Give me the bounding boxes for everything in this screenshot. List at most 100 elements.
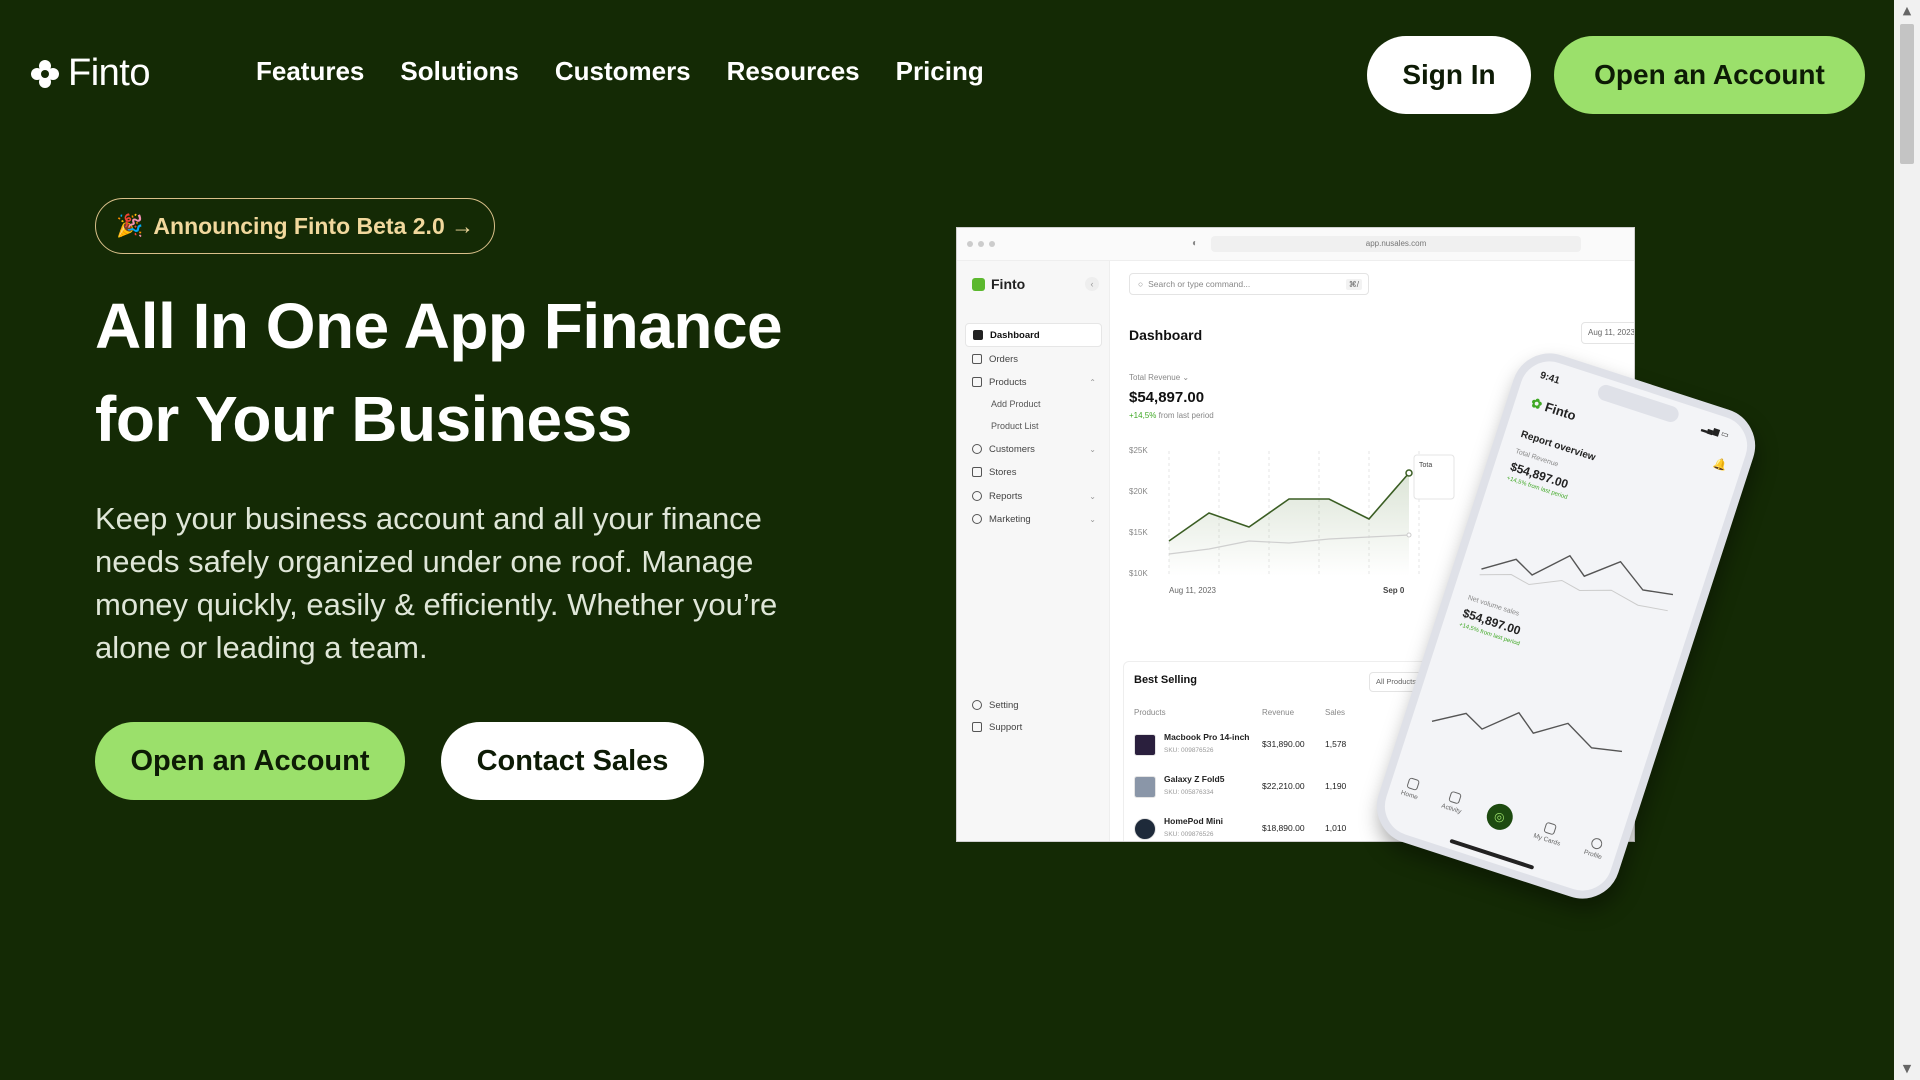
url-text: app.nusales.com	[1365, 239, 1427, 248]
mock-sidebar-label: Dashboard	[990, 329, 1040, 341]
address-bar: app.nusales.com ↻	[1211, 236, 1581, 252]
party-popper-icon: 🎉	[116, 213, 144, 239]
headline-line-1: All In One App Finance	[95, 290, 783, 362]
chevron-down-icon: ⌄	[1089, 491, 1096, 501]
mock-sidebar-item-products: Products ⌃	[965, 370, 1102, 394]
phone-logo-icon: ✿	[1529, 394, 1545, 413]
mock-sidebar-label: Products	[989, 376, 1027, 388]
box-icon	[972, 377, 982, 387]
bell-icon: 🔔	[1711, 455, 1729, 473]
mock-sidebar-label: Orders	[989, 353, 1019, 365]
window-dots	[967, 241, 995, 247]
mock-sidebar-item-orders: Orders	[965, 347, 1102, 371]
collapse-icon: ‹	[1085, 277, 1099, 291]
user-icon	[972, 444, 982, 454]
product-sku: SKU: 005876334	[1164, 789, 1214, 796]
open-account-hero-button[interactable]: Open an Account	[95, 722, 405, 800]
search-icon: ○	[1138, 279, 1144, 289]
scrollbar-thumb[interactable]	[1900, 24, 1914, 164]
mock-date-button: Aug 11, 2023	[1581, 322, 1634, 344]
open-account-nav-button[interactable]: Open an Account	[1554, 36, 1865, 114]
mock-sidebar-item-customers: Customers ⌄	[965, 437, 1102, 461]
phone-tab-home: Home	[1400, 776, 1423, 801]
phone-tab-profile: Profile	[1583, 835, 1607, 861]
product-sales: 1,578	[1325, 739, 1347, 749]
product-sales: 1,010	[1325, 823, 1347, 833]
mock-search-placeholder: Search or type command...	[1148, 279, 1251, 289]
product-name: Macbook Pro 14-inch	[1164, 732, 1250, 742]
product-thumbnail	[1134, 818, 1156, 840]
scroll-up-arrow-icon[interactable]: ▲	[1894, 0, 1920, 22]
main-nav: Features Solutions Customers Resources P…	[256, 56, 984, 87]
compass-icon	[972, 514, 982, 524]
product-revenue: $18,890.00	[1262, 823, 1305, 833]
mock-sidebar-label: Support	[989, 721, 1023, 733]
tooltip-label: Tota	[1419, 462, 1432, 469]
phone-tab-activity: Activity	[1440, 789, 1466, 815]
product-sales: 1,190	[1325, 781, 1347, 791]
nav-link-resources[interactable]: Resources	[727, 56, 860, 87]
mock-sidebar-item-setting: Setting	[965, 693, 1102, 717]
mock-sidebar: Finto ‹ Dashboard Orders Products ⌃ Add …	[957, 261, 1110, 841]
chevron-down-icon: ⌄	[1089, 514, 1096, 524]
product-sku: SKU: 009876526	[1164, 747, 1214, 754]
col-header-products: Products	[1134, 708, 1166, 717]
home-icon	[973, 330, 983, 340]
y-tick-label: $25K	[1129, 446, 1148, 455]
mock-page-title: Dashboard	[1129, 327, 1203, 343]
product-name: HomePod Mini	[1164, 816, 1224, 826]
brand-logo[interactable]: Finto	[30, 52, 150, 95]
mock-sidebar-label: Setting	[989, 699, 1019, 711]
card-icon	[1543, 821, 1558, 836]
phone-notch	[1595, 382, 1681, 425]
mock-sub-product-list: Product List	[991, 421, 1039, 431]
x-axis-end: Sep 0	[1383, 586, 1405, 595]
product-sku: SKU: 009876526	[1164, 831, 1214, 838]
hero-headline: All In One App Finance for Your Business	[95, 280, 875, 466]
headline-line-2: for Your Business	[95, 383, 632, 455]
col-header-sales: Sales	[1325, 708, 1346, 717]
mock-sub-add-product: Add Product	[991, 399, 1041, 409]
product-name: Galaxy Z Fold5	[1164, 774, 1225, 784]
product-thumbnail	[1134, 734, 1156, 756]
mock-sidebar-label: Customers	[989, 443, 1035, 455]
col-header-revenue: Revenue	[1262, 708, 1295, 717]
announcement-pill[interactable]: 🎉 Announcing Finto Beta 2.0 →	[95, 198, 496, 254]
clock-icon	[972, 491, 982, 501]
sign-in-button[interactable]: Sign In	[1367, 36, 1531, 114]
product-revenue: $31,890.00	[1262, 739, 1305, 749]
y-tick-label: $15K	[1129, 528, 1148, 537]
mock-sidebar-label: Stores	[989, 466, 1017, 478]
contact-sales-button[interactable]: Contact Sales	[441, 722, 704, 800]
store-icon	[972, 467, 982, 477]
vertical-scrollbar[interactable]: ▲ ▼	[1894, 0, 1920, 1080]
product-revenue: $22,210.00	[1262, 781, 1305, 791]
mock-sidebar-label: Reports	[989, 490, 1023, 502]
announcement-text: Announcing Finto Beta 2.0 →	[153, 212, 475, 239]
mock-sidebar-label: Marketing	[989, 513, 1031, 525]
nav-link-customers[interactable]: Customers	[555, 56, 691, 87]
mock-sidebar-item-stores: Stores	[965, 460, 1102, 484]
mock-logo-icon	[972, 277, 985, 291]
mock-revenue-change: +14,5% from last period	[1129, 411, 1214, 420]
mock-sidebar-item-marketing: Marketing ⌄	[965, 507, 1102, 531]
mock-brand-name: Finto	[991, 276, 1026, 292]
support-icon	[972, 722, 982, 732]
flower-logo-icon	[31, 59, 59, 88]
scan-icon: ◎	[1483, 800, 1516, 834]
signal-battery-icon: ▂▄▆ ▭	[1700, 422, 1731, 440]
mock-sidebar-item-support: Support	[965, 715, 1102, 739]
y-tick-label: $20K	[1129, 487, 1148, 496]
mock-revenue-label: Total Revenue ⌄	[1129, 373, 1190, 382]
nav-link-solutions[interactable]: Solutions	[400, 56, 518, 87]
nav-link-features[interactable]: Features	[256, 56, 364, 87]
chevron-down-icon: ⌄	[1089, 444, 1096, 454]
phone-brand: ✿ Finto	[1529, 394, 1578, 424]
best-selling-title: Best Selling	[1134, 674, 1197, 686]
browser-chrome: ◐ app.nusales.com ↻	[957, 228, 1634, 261]
scroll-down-arrow-icon[interactable]: ▼	[1894, 1058, 1920, 1080]
gear-icon	[972, 700, 982, 710]
product-thumbnail	[1134, 776, 1156, 798]
nav-link-pricing[interactable]: Pricing	[896, 56, 984, 87]
mock-search: ○ Search or type command... ⌘/	[1129, 273, 1369, 295]
